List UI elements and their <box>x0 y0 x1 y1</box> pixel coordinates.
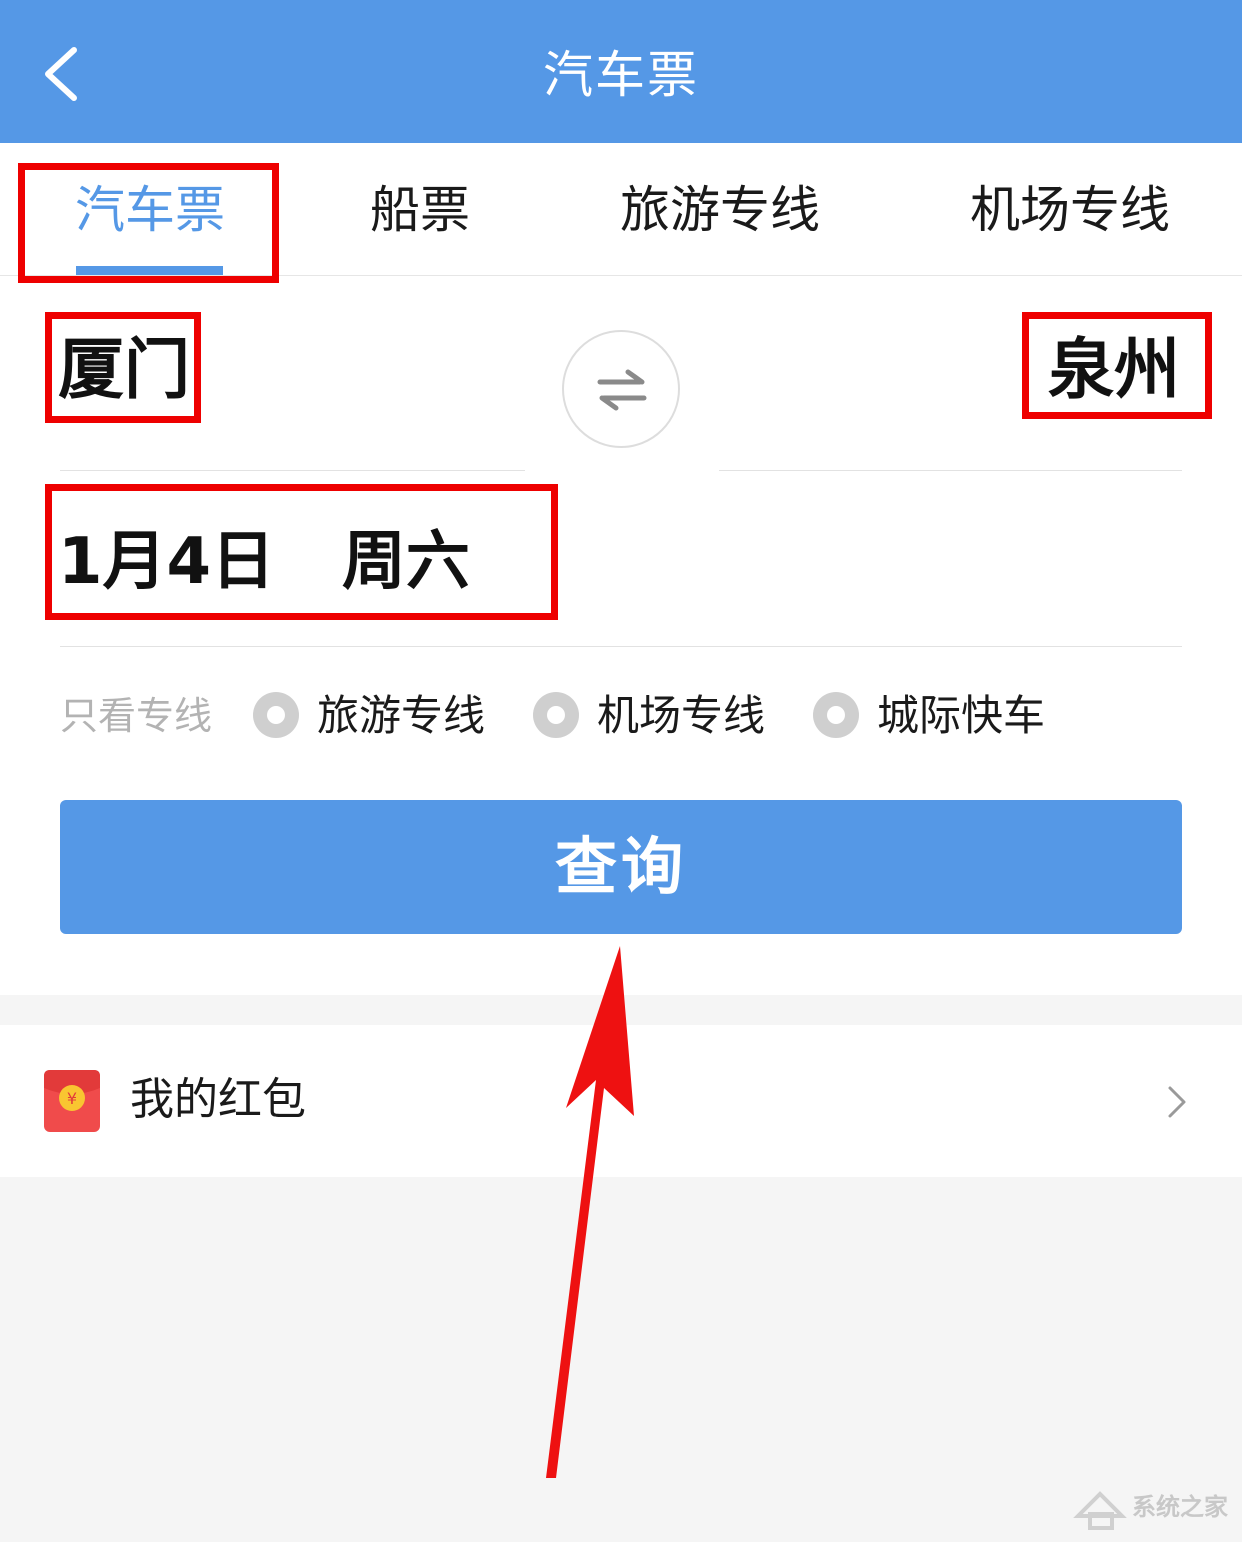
departure-date[interactable]: 1月4日 周六 <box>58 508 658 612</box>
swap-cities-button[interactable] <box>562 330 680 448</box>
radio-icon[interactable] <box>253 692 299 738</box>
red-packet-icon: ¥ <box>44 1070 100 1132</box>
tabs-divider <box>0 275 1242 276</box>
tab-ship-ticket[interactable]: 船票 <box>320 143 520 275</box>
chevron-right-icon[interactable] <box>1162 1084 1190 1120</box>
filter-option-label: 旅游专线 <box>317 691 486 740</box>
date-underline <box>60 646 1182 647</box>
tab-bus-ticket[interactable]: 汽车票 <box>20 143 280 275</box>
svg-text:¥: ¥ <box>67 1089 77 1108</box>
active-tab-indicator <box>76 266 223 275</box>
filter-label: 只看专线 <box>60 694 213 738</box>
tab-airport-line[interactable]: 机场专线 <box>940 143 1200 275</box>
to-city[interactable]: 泉州 <box>1000 318 1180 418</box>
filter-option-tour-line[interactable]: 旅游专线 <box>253 684 503 748</box>
filter-option-label: 城际快车 <box>877 691 1046 740</box>
filter-option-intercity-express[interactable]: 城际快车 <box>813 684 1063 748</box>
search-button[interactable]: 查询 <box>60 800 1182 934</box>
filter-option-airport-line[interactable]: 机场专线 <box>533 684 783 748</box>
swap-arrows-icon <box>597 369 647 411</box>
radio-icon[interactable] <box>533 692 579 738</box>
red-packet-label: 我的红包 <box>130 1074 306 1125</box>
filter-option-label: 机场专线 <box>597 691 766 740</box>
watermark-text: 系统之家 <box>1132 1493 1228 1521</box>
page-title: 汽车票 <box>543 46 699 104</box>
radio-icon[interactable] <box>813 692 859 738</box>
tab-tour-line[interactable]: 旅游专线 <box>590 143 850 275</box>
from-city-underline <box>60 470 525 471</box>
from-city[interactable]: 厦门 <box>58 318 298 418</box>
to-city-underline <box>719 470 1182 471</box>
